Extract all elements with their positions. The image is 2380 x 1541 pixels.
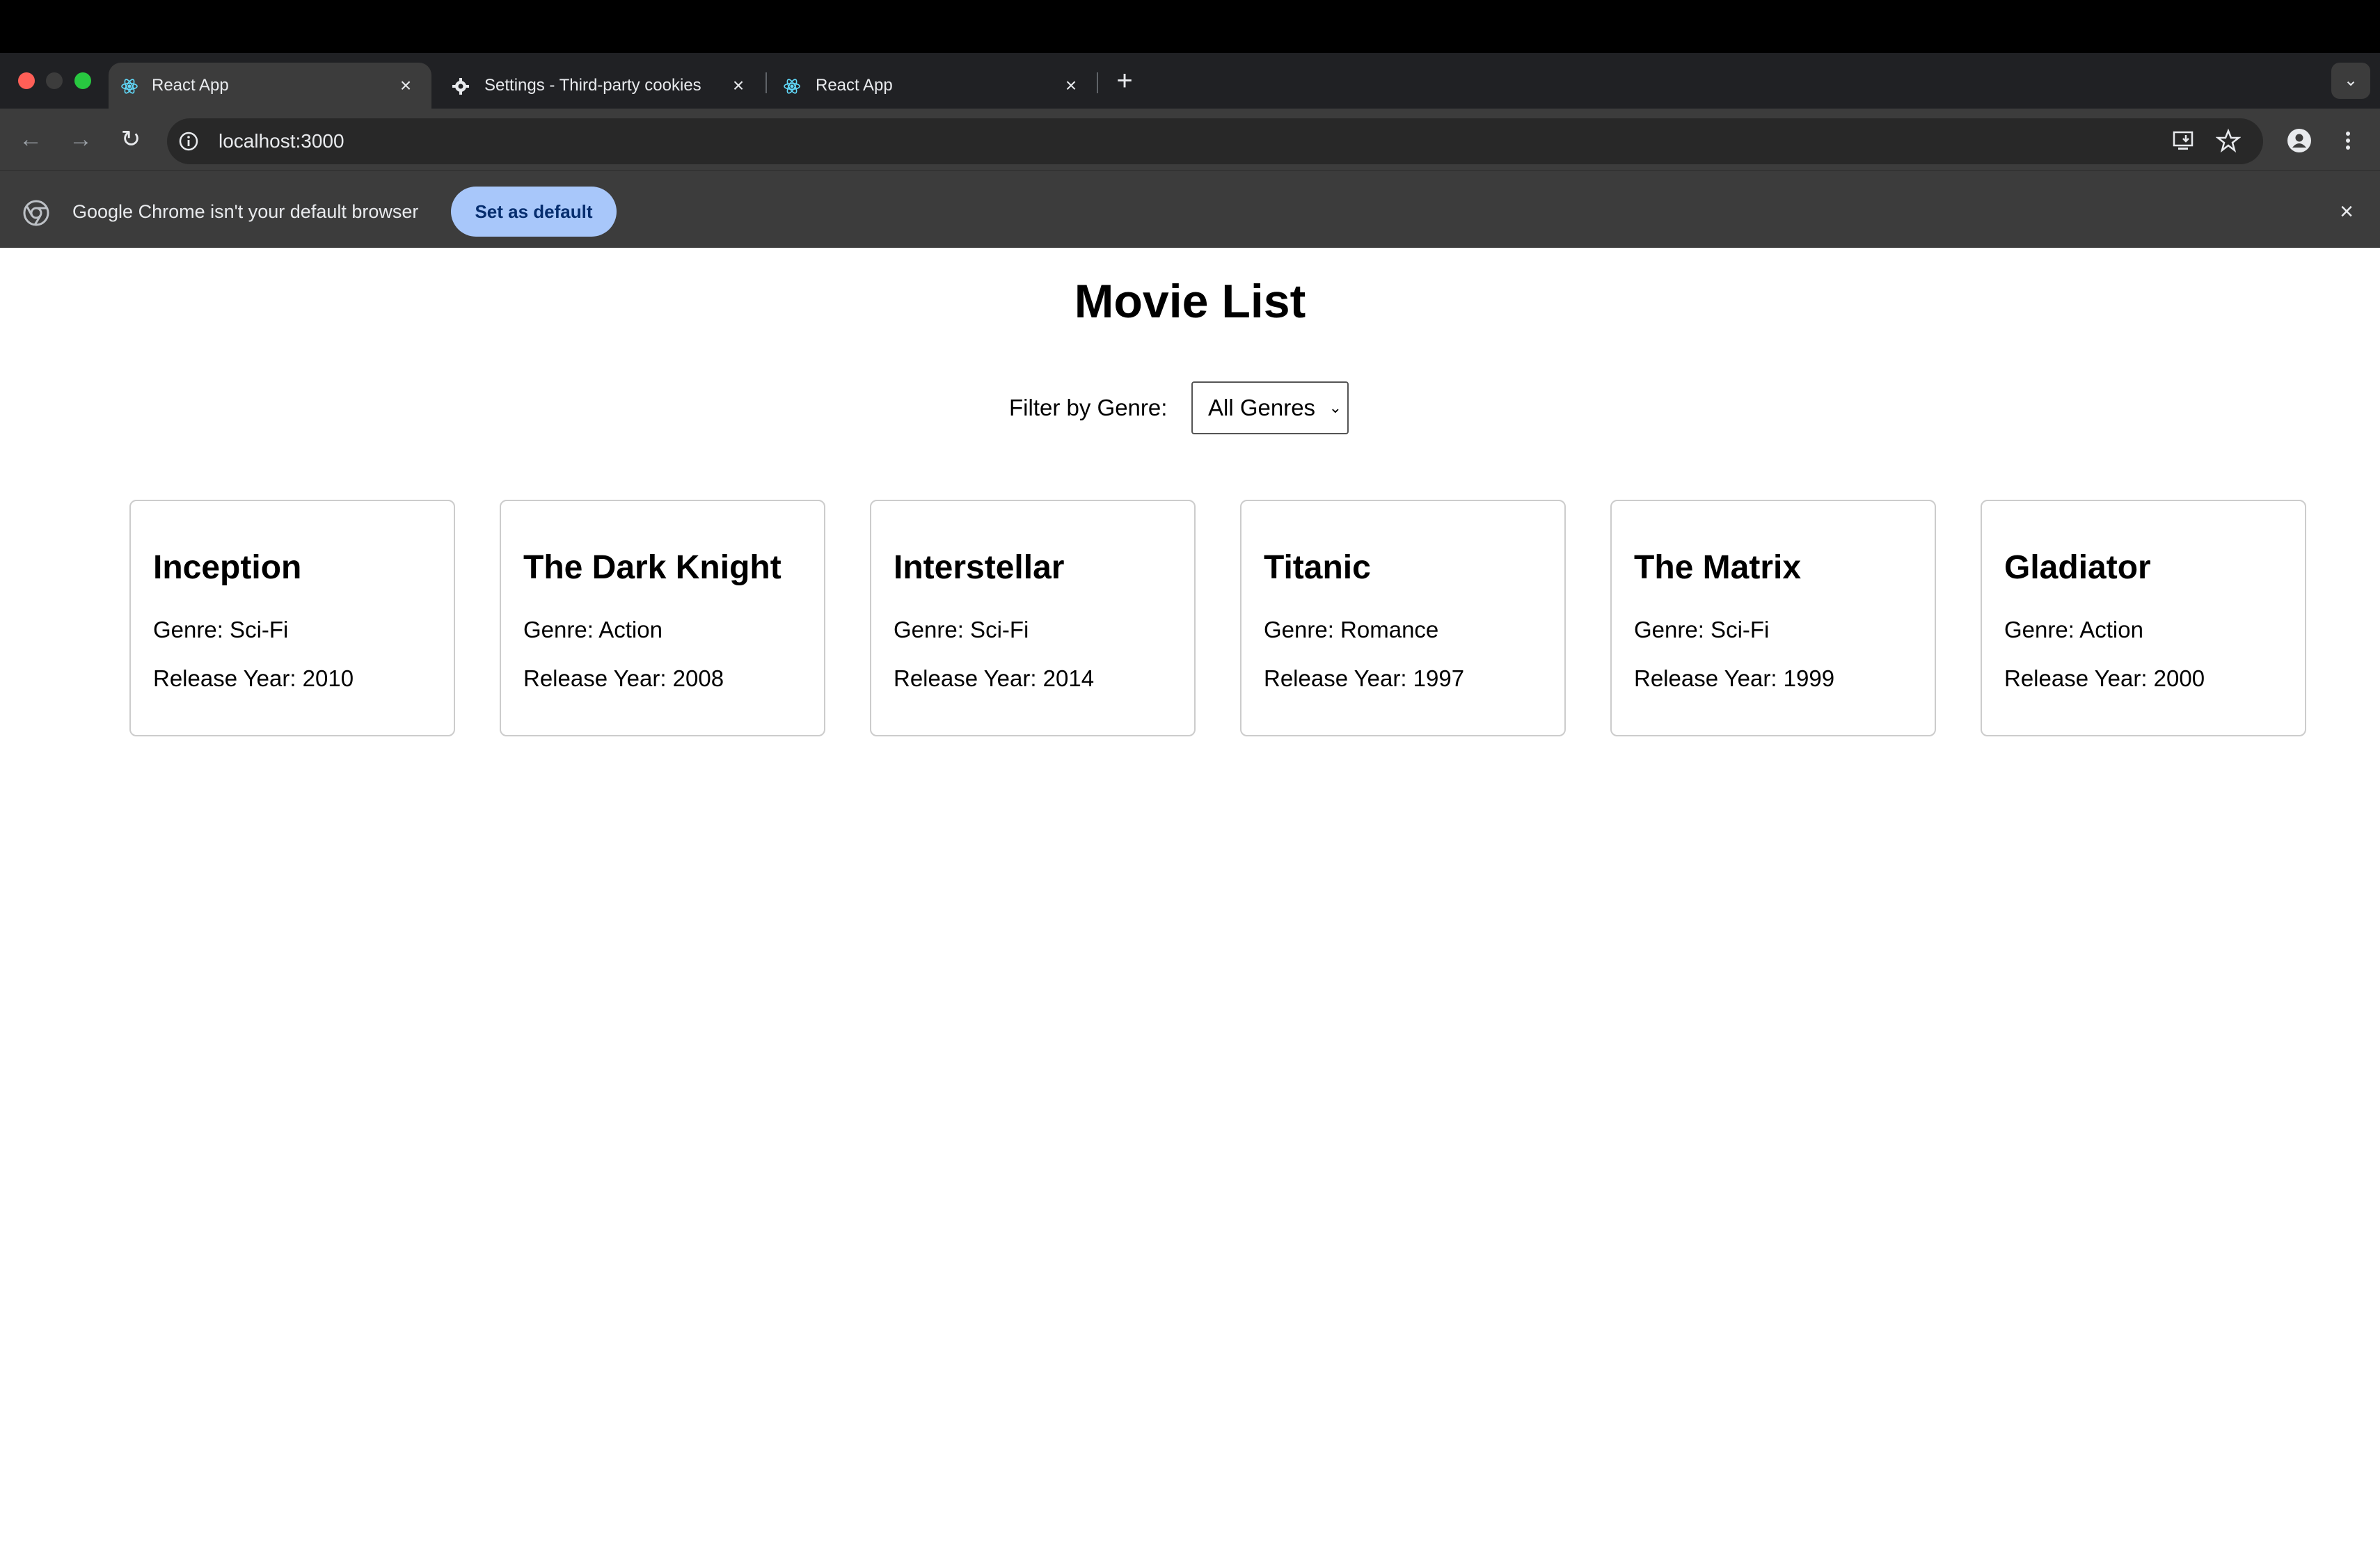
tab-title: React App [152, 76, 229, 95]
movie-genre: Genre: Romance [1264, 617, 1439, 642]
menu-bar-area [0, 0, 2380, 53]
movie-title: Titanic [1264, 549, 1371, 586]
movie-year: Release Year: 2000 [2004, 665, 2205, 691]
tab-title: React App [816, 76, 893, 95]
movie-year: Release Year: 2014 [894, 665, 1095, 691]
react-icon [784, 79, 800, 94]
genre-filter: Filter by Genre: All Genres ⌄ [0, 381, 2380, 434]
movie-card: Inception Genre: Sci-Fi Release Year: 20… [129, 500, 455, 736]
site-info-icon[interactable] [178, 131, 199, 152]
movie-year: Release Year: 2010 [153, 665, 354, 691]
chrome-logo-icon [23, 200, 49, 226]
tab-search-chevron-icon[interactable]: ⌄ [2331, 63, 2370, 99]
movie-card: Gladiator Genre: Action Release Year: 20… [1981, 500, 2306, 736]
genre-select-value: All Genres [1208, 395, 1316, 420]
movie-title: The Dark Knight [523, 549, 782, 586]
page-title: Movie List [1074, 275, 1306, 328]
movie-genre: Genre: Sci-Fi [894, 617, 1029, 642]
address-text[interactable]: localhost:3000 [219, 118, 344, 164]
movie-genre: Genre: Sci-Fi [1634, 617, 1770, 642]
tab-divider [765, 72, 767, 93]
bookmark-star-icon[interactable] [2216, 128, 2241, 153]
install-app-icon[interactable] [2171, 128, 2196, 153]
movie-genre: Genre: Action [2004, 617, 2143, 642]
movie-year: Release Year: 1999 [1634, 665, 1835, 691]
movie-genre: Genre: Sci-Fi [153, 617, 289, 642]
forward-icon[interactable]: → [67, 125, 95, 153]
reload-icon[interactable]: ↻ [117, 125, 145, 153]
set-as-default-button[interactable]: Set as default [451, 187, 617, 237]
profile-avatar-icon[interactable] [2287, 128, 2312, 153]
infobar-message: Google Chrome isn't your default browser [72, 201, 419, 222]
movie-list: Inception Genre: Sci-Fi Release Year: 20… [0, 500, 2380, 736]
back-icon[interactable]: ← [17, 125, 45, 153]
movie-title: Interstellar [894, 549, 1065, 586]
tab-react-app-2[interactable]: React App × [772, 63, 1095, 109]
close-tab-icon[interactable]: × [728, 75, 749, 96]
movie-year: Release Year: 2008 [523, 665, 724, 691]
genre-select[interactable]: All Genres ⌄ [1191, 381, 1349, 434]
movie-card: Titanic Genre: Romance Release Year: 199… [1240, 500, 1566, 736]
close-window-button[interactable] [18, 72, 35, 89]
close-tab-icon[interactable]: × [1061, 75, 1081, 96]
close-infobar-icon[interactable]: × [2333, 198, 2361, 226]
tab-react-app-1[interactable]: React App × [109, 63, 431, 109]
movie-title: Inception [153, 549, 302, 586]
movie-title: The Matrix [1634, 549, 1802, 586]
chevron-down-icon: ⌄ [1328, 399, 1342, 416]
tab-title: Settings - Third-party cookies [484, 76, 701, 95]
gear-icon [452, 78, 469, 95]
page-content: Movie List Filter by Genre: All Genres ⌄… [0, 249, 2380, 1541]
movie-genre: Genre: Action [523, 617, 663, 642]
more-menu-icon[interactable] [2335, 128, 2361, 153]
movie-year: Release Year: 1997 [1264, 665, 1465, 691]
tab-settings[interactable]: Settings - Third-party cookies × [440, 63, 763, 109]
filter-label: Filter by Genre: [1009, 395, 1168, 420]
new-tab-icon[interactable]: + [1111, 67, 1139, 95]
movie-card: The Matrix Genre: Sci-Fi Release Year: 1… [1610, 500, 1936, 736]
tab-divider [1097, 72, 1098, 93]
movie-title: Gladiator [2004, 549, 2151, 586]
movie-card: Interstellar Genre: Sci-Fi Release Year:… [870, 500, 1196, 736]
movie-card: The Dark Knight Genre: Action Release Ye… [500, 500, 825, 736]
address-bar[interactable] [167, 118, 2263, 164]
maximize-window-button[interactable] [74, 72, 91, 89]
minimize-window-button[interactable] [46, 72, 63, 89]
close-tab-icon[interactable]: × [395, 75, 416, 96]
react-icon [121, 79, 138, 94]
